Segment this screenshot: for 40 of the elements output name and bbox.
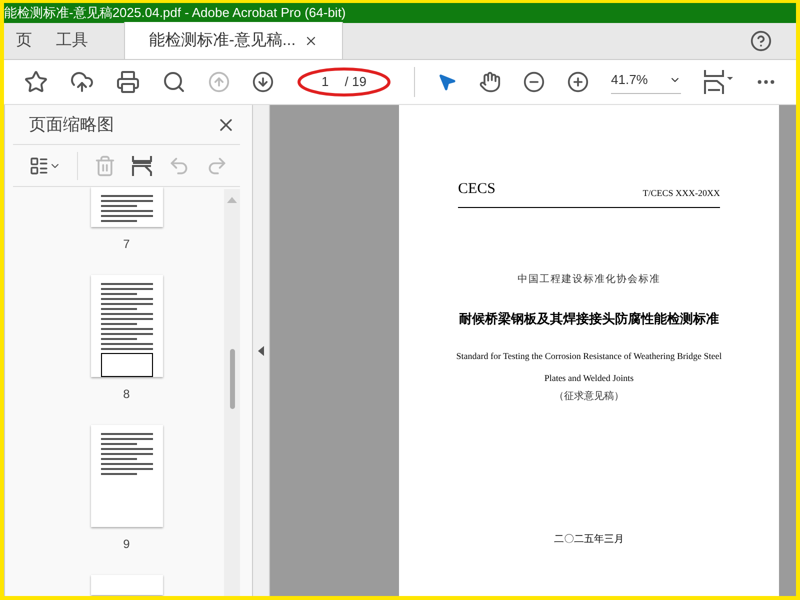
zoom-in-icon[interactable] (567, 71, 589, 93)
tab[interactable]: 能检测标准-意见稿... (124, 22, 343, 59)
collapse-arrow[interactable] (258, 346, 264, 356)
header-text: CECS (458, 180, 496, 199)
english-title: Plates and Welded Joints (544, 372, 634, 384)
fit-page-icon[interactable] (703, 69, 733, 95)
hand-icon[interactable] (479, 71, 501, 93)
panel-title: 页面缩略图 (29, 114, 114, 136)
page-number-label: 7 (123, 236, 130, 253)
page-number-label: 8 (123, 386, 130, 403)
print-icon[interactable] (116, 70, 140, 94)
date-text: 二〇二五年三月 (554, 533, 624, 547)
tab[interactable]: 页 (4, 22, 44, 59)
scrollbar-thumb[interactable] (230, 349, 234, 409)
zoom-dropdown[interactable]: 41.7% (611, 70, 681, 94)
standard-code: T/CECS XXX-20XX (642, 187, 720, 200)
english-title: Standard for Testing the Corrosion Resistance of Weathering Bridge Steel (456, 350, 722, 363)
page-total: / 19 (344, 73, 366, 92)
page-number-field[interactable]: 1 / 19 (296, 67, 392, 97)
page-thumbnail[interactable] (90, 425, 162, 527)
document-title: 耐候桥梁钢板及其焊接接头防腐性能检测标准 (459, 310, 719, 328)
window-title: 能检测标准-意见稿2025.04.pdf - Adobe Acrobat Pro (64-bit) (4, 5, 346, 20)
help-icon[interactable] (750, 30, 772, 52)
page-number-label: 9 (123, 536, 130, 553)
page-thumbnail[interactable] (90, 187, 162, 227)
cloud-upload-icon[interactable] (70, 70, 94, 94)
pointer-icon[interactable] (437, 72, 457, 92)
tab[interactable]: 工具 (44, 22, 100, 59)
scrollbar[interactable] (224, 189, 240, 596)
search-icon[interactable] (162, 70, 186, 94)
page-thumbnail[interactable] (90, 575, 162, 595)
extract-page-icon[interactable] (132, 154, 152, 176)
current-page: 1 (322, 73, 329, 92)
draft-label: （征求意见稿） (554, 390, 624, 404)
zoom-out-icon[interactable] (523, 71, 545, 93)
options-icon[interactable] (29, 156, 61, 176)
arrow-down-icon[interactable] (252, 71, 274, 93)
page-thumbnail[interactable] (90, 275, 162, 377)
organization-text: 中国工程建设标准化协会标准 (518, 272, 660, 286)
star-icon[interactable] (24, 70, 48, 94)
